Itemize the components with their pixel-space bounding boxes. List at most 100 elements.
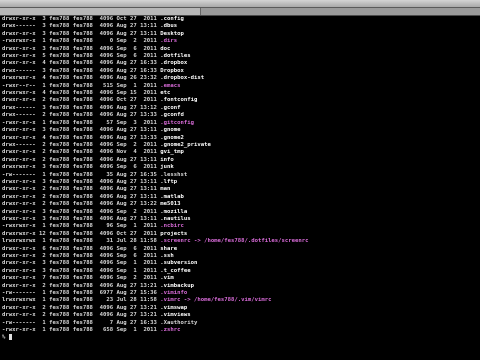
listing-line: drwxr-xr-x 5 fes788 fes788 4096 Sep 6 20… — [2, 53, 478, 60]
file-name: .ssh — [160, 253, 174, 259]
file-name: .matlab — [160, 193, 184, 200]
file-name: .dropbox-dist — [160, 75, 205, 82]
file-name: .gnome2 — [160, 134, 184, 141]
file-metadata: drwxrwxr-x 4 fes788 fes788 4096 Aug 26 2… — [2, 75, 161, 82]
listing-line: drwx------ 3 fes788 fes788 4096 Aug 27 1… — [2, 23, 478, 30]
file-metadata: -rwxrwxr-x 1 fes788 fes788 96 Sep 1 2011 — [2, 223, 161, 230]
file-metadata: lrwxrwxrwx 1 fes788 fes788 31 Jul 28 11:… — [2, 238, 161, 245]
listing-line: drwxr-xr-x 2 fes788 fes788 4096 Sep 6 20… — [2, 253, 478, 260]
file-name: .emacs — [160, 82, 181, 89]
file-metadata: drwxr-xr-x 2 fes788 fes788 4096 Sep 6 20… — [2, 253, 161, 259]
file-name: .dropbox — [160, 60, 188, 67]
listing-line: -rwxrwxr-x 1 fes788 fes788 0 Sep 2 2011 … — [2, 38, 478, 45]
file-name: .vimswap — [160, 304, 188, 311]
prompt-symbol: % — [2, 334, 9, 341]
file-name: projects — [160, 230, 188, 237]
listing-line: drwxrwxr-x 12 fes788 fes788 4096 Oct 27 … — [2, 231, 478, 238]
file-metadata: drwxrwxr-x 4 fes788 fes788 4096 Sep 15 2… — [2, 90, 161, 97]
file-metadata: drwxr-xr-x 3 fes788 fes788 4096 Aug 27 1… — [2, 127, 161, 134]
listing-line: drwxr-xr-x 3 fes788 fes788 4096 Oct 27 2… — [2, 16, 478, 23]
file-metadata: -rwxr--r-- 1 fes788 fes788 515 Sep 1 201… — [2, 82, 161, 89]
file-metadata: -rw------- 1 fes788 fes788 6977 Aug 27 1… — [2, 290, 161, 297]
file-name: gvi_tmp — [160, 149, 184, 156]
listing-line: drwxr-xr-x 3 fes788 fes788 4096 Sep 6 20… — [2, 46, 478, 53]
file-name: .zshrc — [160, 327, 181, 334]
listing-line: drwx------ 2 fes788 fes788 4096 Sep 2 20… — [2, 142, 478, 149]
file-metadata: drwxr-xr-x 5 fes788 fes788 4096 Sep 6 20… — [2, 53, 161, 60]
listing-line: drwxr-xr-x 4 fes788 fes788 4096 Aug 27 1… — [2, 135, 478, 142]
file-metadata: drwxr-xr-x 3 fes788 fes788 4096 Sep 2 20… — [2, 208, 161, 215]
file-name: etc — [160, 90, 171, 97]
listing-line: drwxr-xr-x 7 fes788 fes788 4096 Sep 2 20… — [2, 275, 478, 282]
listing-line: drwxr-xr-x 2 fes788 fes788 4096 Aug 27 1… — [2, 283, 478, 290]
tab-ssh-session[interactable] — [201, 8, 480, 15]
listing-line: -rwxr-xr-x 1 fes788 fes788 658 Sep 1 201… — [2, 327, 478, 334]
file-metadata: drwxr-xr-x 7 fes788 fes788 4096 Sep 2 20… — [2, 275, 161, 282]
listing-line: drwxr-xr-x 3 fes788 fes788 4096 Aug 27 1… — [2, 127, 478, 134]
tab-local-shell[interactable] — [0, 8, 201, 15]
file-name: .ncbirc — [160, 223, 184, 230]
listing-line: -rwxrwxr-x 1 fes788 fes788 96 Sep 1 2011… — [2, 223, 478, 230]
listing-line: drwxr-xr-x 3 fes788 fes788 4096 Aug 27 1… — [2, 31, 478, 38]
file-name: .nautilus — [160, 215, 191, 222]
listing-line: drwxr-xr-x 3 fes788 fes788 4096 Aug 27 1… — [2, 179, 478, 186]
listing-line: -rwxr--r-- 1 fes788 fes788 515 Sep 1 201… — [2, 83, 478, 90]
listing-line: drwxr-xr-x 2 fes788 fes788 4096 Aug 27 1… — [2, 157, 478, 164]
file-name: .config — [160, 16, 184, 22]
listing-line: drwxr-xr-x 2 fes788 fes788 4096 Aug 27 1… — [2, 194, 478, 201]
listing-line: drwxr-xr-x 2 fes788 fes788 4096 Aug 27 1… — [2, 305, 478, 312]
text-cursor — [8, 334, 13, 341]
listing-line: -rw------- 1 fes788 fes788 7 Aug 27 16:3… — [2, 320, 478, 327]
file-name: .vimbackup — [160, 282, 194, 289]
file-metadata: drwxr-xr-x 6 fes788 fes788 4096 Sep 6 20… — [2, 245, 161, 252]
listing-line: -rw------- 1 fes788 fes788 6977 Aug 27 1… — [2, 290, 478, 297]
file-metadata: drwxr-xr-x 3 fes788 fes788 4096 Sep 6 20… — [2, 45, 161, 52]
file-metadata: drwxr-xr-x 2 fes788 fes788 4096 Nov 4 20… — [2, 149, 161, 156]
file-name: .vimrc -> /home/fes788/.vim/vimrc — [160, 297, 272, 304]
shell-prompt[interactable]: % — [2, 334, 478, 341]
file-name: doc — [160, 45, 171, 52]
file-metadata: drwxr-xr-x 2 fes788 fes788 4096 Oct 27 2… — [2, 97, 161, 104]
file-name: .lesshst — [160, 171, 188, 178]
listing-line: drwxrwxr-x 4 fes788 fes788 4096 Sep 15 2… — [2, 90, 478, 97]
listing-line: drwx------ 2 fes788 fes788 4096 Aug 27 1… — [2, 112, 478, 119]
file-metadata: drwxr-xr-x 3 fes788 fes788 4096 Sep 1 20… — [2, 260, 161, 267]
listing-line: drwxr-xr-x 2 fes788 fes788 4096 Aug 27 1… — [2, 186, 478, 193]
listing-line: drwxr-xr-x 3 fes788 fes788 4096 Sep 2 20… — [2, 209, 478, 216]
file-metadata: -rwxrwxr-x 1 fes788 fes788 0 Sep 2 2011 — [2, 38, 161, 45]
file-metadata: drwxr-xr-x 2 fes788 fes788 4096 Aug 27 1… — [2, 193, 161, 200]
file-name: Dropbox — [160, 67, 184, 74]
file-metadata: drwx------ 3 fes788 fes788 4096 Aug 27 1… — [2, 67, 161, 74]
file-metadata: drwxr-xr-x 3 fes788 fes788 4096 Sep 1 20… — [2, 267, 161, 274]
file-name: share — [160, 245, 178, 252]
terminal-output[interactable]: drwxr-xr-x 3 fes788 fes788 4096 Oct 27 2… — [2, 16, 478, 360]
file-name: .gitconfig — [160, 119, 194, 126]
file-name: .gconf — [160, 104, 181, 111]
file-metadata: drwxr-xr-x 3 fes788 fes788 4096 Oct 27 2… — [2, 16, 161, 22]
file-metadata: -rwxr-xr-x 1 fes788 fes788 57 Sep 3 2011 — [2, 119, 161, 126]
file-name: .gnome2_private — [160, 141, 211, 148]
file-metadata: drwxr-xr-x 2 fes788 fes788 4096 Aug 27 1… — [2, 282, 161, 289]
file-name: .gnome — [160, 127, 181, 134]
listing-line: drwxr-xr-x 2 fes788 fes788 4096 Aug 27 1… — [2, 312, 478, 319]
listing-line: lrwxrwxrwx 1 fes788 fes788 23 Jul 28 11:… — [2, 297, 478, 304]
file-metadata: drwx------ 3 fes788 fes788 4096 Aug 27 1… — [2, 104, 161, 111]
file-name: Desktop — [160, 30, 184, 37]
terminal-window: drwxr-xr-x 3 fes788 fes788 4096 Oct 27 2… — [0, 0, 480, 360]
file-metadata: drwxr-xr-x 2 fes788 fes788 4096 Aug 27 1… — [2, 201, 161, 208]
file-metadata: -rwxr-xr-x 1 fes788 fes788 658 Sep 1 201… — [2, 327, 161, 334]
file-name: .lftp — [160, 178, 178, 185]
tab-bar — [0, 8, 480, 16]
listing-line: drwxr-xr-x 2 fes788 fes788 4096 Nov 4 20… — [2, 149, 478, 156]
file-name: .gconfd — [160, 112, 184, 119]
file-name: .mozilla — [160, 208, 188, 215]
file-name: .dbus — [160, 23, 178, 30]
file-metadata: drwxr-xr-x 2 fes788 fes788 4096 Aug 27 1… — [2, 156, 161, 163]
listing-line: drwx------ 3 fes788 fes788 4096 Aug 27 1… — [2, 105, 478, 112]
listing-line: drwxr-xr-x 2 fes788 fes788 4096 Aug 27 1… — [2, 201, 478, 208]
file-metadata: drwx------ 2 fes788 fes788 4096 Aug 27 1… — [2, 112, 161, 119]
file-name: man — [160, 186, 171, 193]
file-name: .dotfiles — [160, 53, 191, 60]
file-metadata: -rw------- 1 fes788 fes788 7 Aug 27 16:3… — [2, 319, 161, 326]
file-name: .subversion — [160, 260, 198, 267]
